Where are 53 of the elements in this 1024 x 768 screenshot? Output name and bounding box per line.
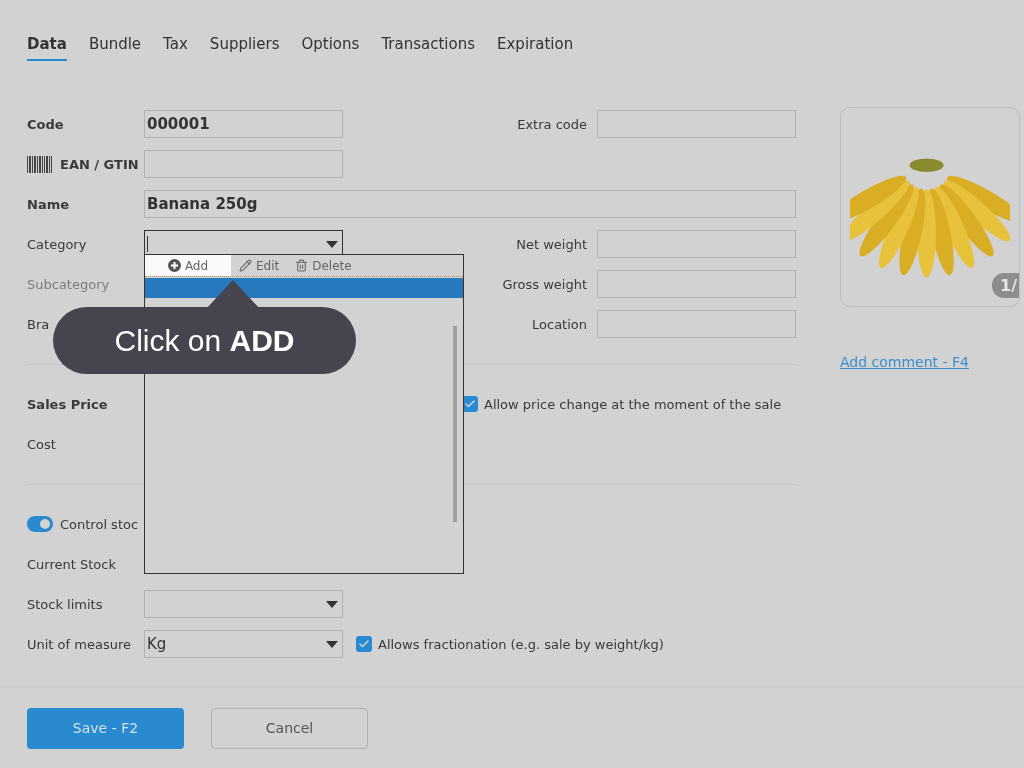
field-label: Category bbox=[27, 236, 88, 252]
field-label: Net weight bbox=[516, 236, 588, 252]
field-label: Location bbox=[532, 316, 588, 332]
tab[interactable]: Expiration bbox=[497, 33, 574, 61]
tab[interactable]: Transactions bbox=[381, 33, 475, 61]
stock-limits-select[interactable] bbox=[144, 590, 343, 618]
barcode-icon bbox=[27, 155, 53, 173]
check-icon bbox=[358, 638, 370, 650]
ean-field[interactable] bbox=[144, 150, 343, 178]
code-field[interactable]: 000001 bbox=[144, 110, 343, 138]
field-label: Name bbox=[27, 196, 70, 212]
field-label: Code bbox=[27, 116, 65, 132]
field-label: Cost bbox=[27, 436, 57, 452]
field-label: Bra bbox=[27, 316, 51, 332]
field-label: Extra code bbox=[517, 116, 588, 132]
tooltip-text: Click on ADD bbox=[114, 323, 295, 358]
caret-icon bbox=[326, 600, 338, 608]
dropdown-action[interactable]: Delete bbox=[287, 255, 360, 276]
tab[interactable]: Data bbox=[27, 33, 67, 61]
caret-icon bbox=[326, 240, 338, 248]
plus-icon bbox=[167, 259, 181, 272]
dropdown-action[interactable]: Edit bbox=[231, 255, 288, 276]
unit-select[interactable]: Kg bbox=[144, 630, 343, 658]
field-label: Current Stock bbox=[27, 556, 117, 572]
field-label: Gross weight bbox=[502, 276, 588, 292]
field-label: Subcategory bbox=[27, 276, 111, 292]
tab[interactable]: Bundle bbox=[88, 33, 142, 61]
trash-icon bbox=[295, 259, 309, 272]
pencil-icon bbox=[239, 259, 252, 272]
text-cursor bbox=[147, 236, 148, 252]
field-label: Sales Price bbox=[27, 396, 109, 412]
dropdown-item[interactable] bbox=[145, 278, 463, 298]
caret-icon bbox=[326, 640, 338, 648]
extra-code-field[interactable] bbox=[597, 110, 796, 138]
field-label: EAN / GTIN bbox=[60, 156, 139, 172]
location-field[interactable] bbox=[597, 310, 796, 338]
checkbox-label: Allows fractionation (e.g. sale by weight/kg) bbox=[378, 636, 664, 652]
checkbox[interactable] bbox=[356, 636, 372, 652]
checkbox-label: Allow price change at the moment of the sale bbox=[484, 396, 782, 412]
scrollbar[interactable] bbox=[453, 326, 457, 522]
tab[interactable]: Options bbox=[301, 33, 360, 61]
image-counter: 1/ bbox=[992, 273, 1019, 298]
toggle-switch[interactable] bbox=[27, 516, 53, 532]
net-weight-field[interactable] bbox=[597, 230, 796, 258]
field-label: Unit of measure bbox=[27, 636, 132, 652]
gross-weight-field[interactable] bbox=[597, 270, 796, 298]
tab[interactable]: Suppliers bbox=[209, 33, 280, 61]
cancel-button[interactable]: Cancel bbox=[211, 707, 368, 749]
tab[interactable]: Tax bbox=[163, 33, 188, 61]
dropdown-action[interactable]: Add bbox=[145, 255, 231, 276]
field-label: Stock limits bbox=[27, 596, 104, 612]
toggle-label: Control stoc bbox=[60, 516, 139, 532]
name-field[interactable]: Banana 250g bbox=[144, 190, 796, 218]
